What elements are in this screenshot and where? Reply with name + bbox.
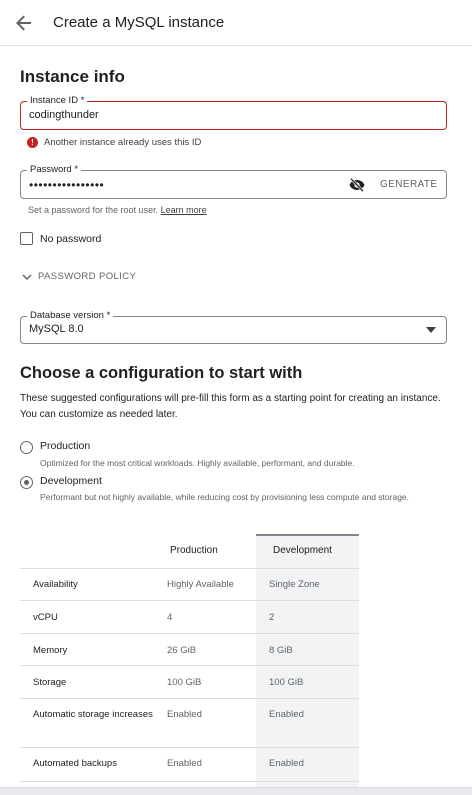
- instance-id-error: ! Another instance already uses this ID: [27, 136, 201, 148]
- table-header-development: Development: [273, 545, 332, 556]
- table-bottom-divider: [20, 781, 359, 782]
- no-password-checkbox[interactable]: [20, 232, 33, 245]
- table-row: Memory 26 GiB 8 GiB: [20, 633, 359, 665]
- development-option[interactable]: Development: [20, 475, 102, 489]
- instance-id-error-text: Another instance already uses this ID: [44, 136, 202, 148]
- page-title: Create a MySQL instance: [53, 14, 225, 31]
- row-label: Automatic storage increases: [33, 709, 153, 720]
- password-label: Password *: [27, 164, 82, 176]
- development-label: Development: [40, 475, 102, 487]
- configuration-heading: Choose a configuration to start with: [20, 364, 303, 382]
- visibility-off-icon[interactable]: [349, 177, 365, 193]
- password-field[interactable]: Password * •••••••••••••••• GENERATE: [20, 164, 447, 199]
- error-icon: !: [27, 136, 38, 148]
- development-value: Enabled: [269, 709, 304, 720]
- production-option[interactable]: Production: [20, 440, 90, 454]
- production-radio[interactable]: [20, 441, 33, 454]
- database-version-select[interactable]: Database version * MySQL 8.0: [20, 310, 447, 344]
- table-row: Automated backups Enabled Enabled: [20, 747, 359, 781]
- production-value: 26 GiB: [167, 645, 197, 656]
- development-radio[interactable]: [20, 476, 33, 489]
- row-label: Availability: [33, 579, 78, 590]
- database-version-value: MySQL 8.0: [29, 323, 84, 335]
- table-row: vCPU 4 2: [20, 600, 359, 633]
- table-row: Availability Highly Available Single Zon…: [20, 568, 359, 600]
- production-value: Highly Available: [167, 579, 234, 590]
- password-policy-label: PASSWORD POLICY: [38, 271, 137, 282]
- generate-button[interactable]: GENERATE: [380, 179, 437, 190]
- top-app-bar: Create a MySQL instance: [0, 0, 472, 46]
- no-password-option[interactable]: No password: [20, 232, 101, 245]
- production-value: Enabled: [167, 709, 202, 720]
- back-arrow-icon[interactable]: [12, 11, 36, 35]
- instance-id-label: Instance ID *: [27, 95, 88, 107]
- database-version-label: Database version *: [27, 310, 114, 322]
- development-value: 2: [269, 612, 275, 623]
- table-row: Storage 100 GiB 100 GiB: [20, 665, 359, 698]
- development-value: 100 GiB: [269, 677, 304, 688]
- row-label: Storage: [33, 677, 67, 688]
- development-value: Enabled: [269, 758, 304, 769]
- chevron-down-icon: [22, 273, 32, 280]
- table-row: Automatic storage increases Enabled Enab…: [20, 698, 359, 747]
- horizontal-scrollbar[interactable]: [0, 787, 472, 795]
- instance-id-field[interactable]: Instance ID * codingthunder: [20, 95, 447, 130]
- row-label: Automated backups: [33, 758, 117, 769]
- development-value: Single Zone: [269, 579, 320, 590]
- table-header-production: Production: [170, 545, 218, 556]
- row-label: vCPU: [33, 612, 58, 623]
- instance-info-heading: Instance info: [20, 67, 125, 86]
- password-policy-toggle[interactable]: PASSWORD POLICY: [22, 271, 136, 282]
- production-value: 100 GiB: [167, 677, 202, 688]
- production-value: 4: [167, 612, 173, 623]
- password-helper: Set a password for the root user.: [28, 205, 159, 215]
- no-password-label: No password: [40, 232, 102, 245]
- instance-id-value[interactable]: codingthunder: [29, 109, 99, 121]
- row-label: Memory: [33, 645, 68, 656]
- learn-more-link[interactable]: Learn more: [161, 205, 207, 215]
- production-value: Enabled: [167, 758, 202, 769]
- development-description: Performant but not highly available, whi…: [40, 492, 410, 502]
- dropdown-arrow-icon: [426, 327, 436, 333]
- development-value: 8 GiB: [269, 645, 293, 656]
- configuration-description: These suggested configurations will pre-…: [20, 393, 441, 420]
- production-label: Production: [40, 440, 91, 452]
- password-value[interactable]: ••••••••••••••••: [29, 178, 104, 192]
- password-helper-text: Set a password for the root user. Learn …: [28, 205, 207, 215]
- production-description: Optimized for the most critical workload…: [40, 458, 355, 468]
